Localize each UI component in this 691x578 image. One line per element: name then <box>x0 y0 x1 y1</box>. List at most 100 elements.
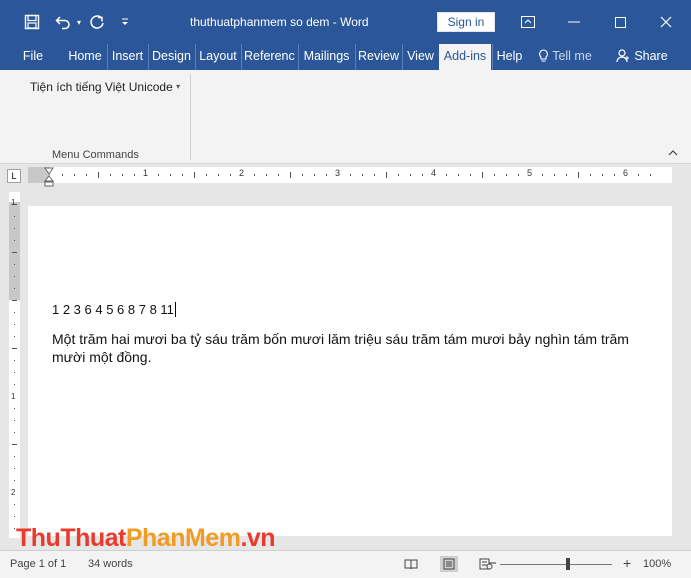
close-icon[interactable] <box>643 0 689 44</box>
person-icon <box>616 47 630 70</box>
vietnamese-unicode-menu-label: Tiện ích tiếng Việt Unicode <box>30 80 173 94</box>
ruler-tick <box>446 174 447 176</box>
share-button[interactable]: Share <box>612 44 672 70</box>
indent-marker-icon[interactable] <box>43 167 55 187</box>
ruler-tick <box>554 174 555 176</box>
vertical-ruler-tick <box>14 312 15 313</box>
ruler-tick <box>374 174 375 176</box>
zoom-slider-thumb[interactable] <box>566 558 570 570</box>
vertical-ruler-number: 1 <box>11 198 16 207</box>
vertical-ruler-tick <box>14 480 15 481</box>
ruler-bar: L 1 2 3 4 5 6 <box>0 164 691 188</box>
horizontal-ruler[interactable]: 1 2 3 4 5 6 <box>28 167 672 183</box>
minimize-icon[interactable] <box>551 0 597 44</box>
read-mode-icon[interactable] <box>402 556 420 572</box>
ruler-tick <box>182 174 183 176</box>
vertical-ruler-tick <box>14 516 15 517</box>
ruler-number: 4 <box>431 168 437 178</box>
tab-selector-icon[interactable]: L <box>7 169 21 183</box>
zoom-out-button[interactable]: − <box>488 555 497 572</box>
zoom-level[interactable]: 100% <box>643 558 671 570</box>
tab-help[interactable]: Help <box>492 44 526 70</box>
ruler-tick <box>326 174 327 176</box>
ruler-tick <box>98 172 99 178</box>
maximize-icon[interactable] <box>597 0 643 44</box>
ribbon-group-label: Menu Commands <box>52 149 139 161</box>
watermark-part-1: ThuThuat <box>16 524 126 552</box>
tab-design[interactable]: Design <box>148 44 194 70</box>
ruler-tick <box>278 174 279 176</box>
ruler-tick <box>74 174 75 176</box>
ruler-tick <box>302 174 303 176</box>
ruler-tick <box>86 174 87 176</box>
ruler-tick <box>542 174 543 176</box>
sign-in-button[interactable]: Sign in <box>437 12 495 32</box>
tab-layout[interactable]: Layout <box>195 44 240 70</box>
save-icon[interactable] <box>18 6 46 38</box>
zoom-slider[interactable] <box>500 564 612 565</box>
ruler-tick <box>230 174 231 176</box>
collapse-ribbon-icon[interactable] <box>668 148 678 159</box>
ruler-tick <box>650 174 651 176</box>
word-count[interactable]: 34 words <box>88 558 133 570</box>
tab-home[interactable]: Home <box>64 44 106 70</box>
tab-references[interactable]: References <box>241 44 297 70</box>
ruler-tick <box>506 174 507 176</box>
customize-quick-access-icon[interactable] <box>116 6 134 38</box>
tab-add-ins[interactable]: Add-ins <box>439 44 491 70</box>
text-cursor <box>174 302 176 317</box>
ribbon-tabs: File Home Insert Design Layout Reference… <box>0 44 691 70</box>
tab-file[interactable]: File <box>14 44 52 70</box>
tab-view[interactable]: View <box>402 44 438 70</box>
ruler-tick <box>218 174 219 176</box>
share-label: Share <box>634 49 668 63</box>
ruler-tick <box>314 174 315 176</box>
tab-review[interactable]: Review <box>355 44 401 70</box>
vertical-ruler-tick <box>12 348 17 349</box>
status-bar: Page 1 of 1 34 words − + 100% <box>0 550 691 578</box>
redo-icon[interactable] <box>86 6 108 38</box>
print-layout-icon[interactable] <box>440 556 458 572</box>
vertical-ruler-tick <box>14 228 15 229</box>
ruler-tick <box>254 174 255 176</box>
vertical-ruler[interactable]: 1 1 2 <box>9 192 20 538</box>
zoom-in-button[interactable]: + <box>623 555 631 571</box>
vertical-ruler-tick <box>14 384 15 385</box>
vertical-ruler-tick <box>12 444 17 445</box>
vertical-ruler-tick <box>14 324 15 325</box>
ruler-tick <box>170 174 171 176</box>
ribbon-group-divider <box>190 74 191 160</box>
undo-dropdown-icon[interactable]: ▾ <box>74 6 84 38</box>
ruler-tick <box>614 174 615 176</box>
vertical-ruler-number: 1 <box>11 392 16 401</box>
document-page[interactable]: 1 2 3 6 4 5 6 8 7 8 11 Một trăm hai mươi… <box>28 206 672 536</box>
title-bar: ▾ thuthuatphanmem so dem - Word Sign in <box>0 0 691 44</box>
tell-me-search[interactable]: Tell me <box>532 44 598 70</box>
vertical-ruler-tick <box>14 408 15 409</box>
lightbulb-icon <box>538 46 549 70</box>
tell-me-label: Tell me <box>552 49 592 63</box>
tab-references-label: References <box>244 49 295 63</box>
tab-mailings[interactable]: Mailings <box>298 44 354 70</box>
vietnamese-unicode-menu-button[interactable]: Tiện ích tiếng Việt Unicode ▾ <box>30 80 180 94</box>
number-sequence-text: 1 2 3 6 4 5 6 8 7 8 11 <box>52 302 174 317</box>
vertical-ruler-tick <box>14 240 15 241</box>
vertical-ruler-tick <box>14 276 15 277</box>
undo-icon[interactable] <box>52 6 74 38</box>
ruler-number: 3 <box>335 168 341 178</box>
ribbon-display-options-icon[interactable] <box>505 0 551 44</box>
vertical-ruler-tick <box>14 504 15 505</box>
ruler-tick <box>398 174 399 176</box>
vertical-scrollbar[interactable] <box>673 188 691 550</box>
vertical-ruler-tick <box>14 468 15 469</box>
page-count[interactable]: Page 1 of 1 <box>10 558 66 570</box>
ruler-tick <box>590 174 591 176</box>
vertical-ruler-tick <box>14 456 15 457</box>
vertical-ruler-tick <box>14 336 15 337</box>
vertical-ruler-tick <box>14 264 15 265</box>
document-line-numbers[interactable]: 1 2 3 6 4 5 6 8 7 8 11 <box>52 302 176 317</box>
vertical-ruler-tick <box>14 528 15 529</box>
tab-insert[interactable]: Insert <box>107 44 147 70</box>
document-paragraph[interactable]: Một trăm hai mươi ba tỷ sáu trăm bốn mươ… <box>52 330 664 366</box>
ruler-tick <box>362 174 363 176</box>
